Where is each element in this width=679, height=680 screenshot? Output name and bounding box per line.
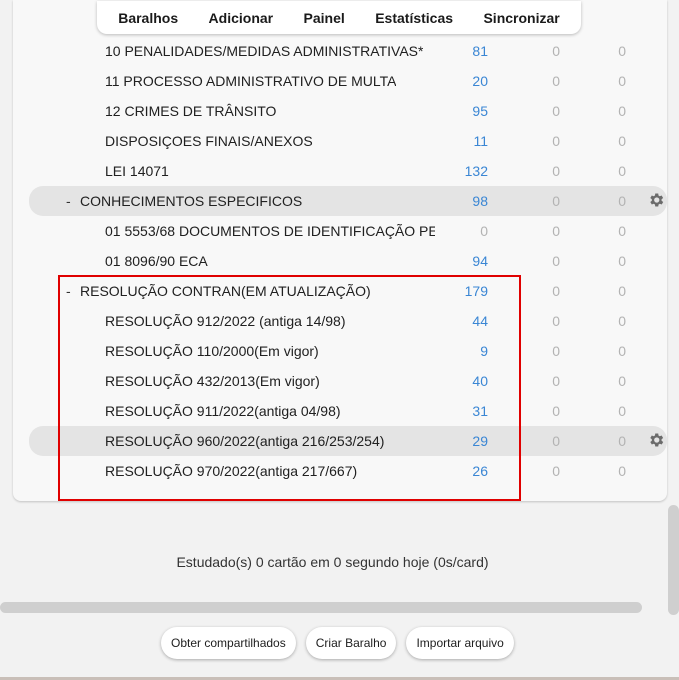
deck-name[interactable]: RESOLUÇÃO 432/2013(Em vigor) — [105, 373, 320, 389]
due-count: 0 — [618, 343, 626, 359]
new-count: 20 — [472, 73, 488, 89]
learn-count: 0 — [552, 43, 560, 59]
deck-name[interactable]: RESOLUÇÃO 911/2022(antiga 04/98) — [105, 403, 341, 419]
new-count: 95 — [472, 103, 488, 119]
due-count: 0 — [618, 283, 626, 299]
deck-name[interactable]: CONHECIMENTOS ESPECIFICOS — [80, 193, 302, 209]
nav-decks[interactable]: Baralhos — [118, 10, 178, 26]
deck-row[interactable]: RESOLUÇÃO 970/2022(antiga 217/667) 26 0 0 — [29, 456, 667, 486]
new-count: 29 — [472, 433, 488, 449]
learn-count: 0 — [552, 73, 560, 89]
due-count: 0 — [618, 223, 626, 239]
due-count: 0 — [618, 433, 626, 449]
learn-count: 0 — [552, 433, 560, 449]
learn-count: 0 — [552, 223, 560, 239]
learn-count: 0 — [552, 283, 560, 299]
learn-count: 0 — [552, 193, 560, 209]
deck-name[interactable]: RESOLUÇÃO 912/2022 (antiga 14/98) — [105, 313, 345, 329]
new-count: 40 — [472, 373, 488, 389]
due-count: 0 — [618, 313, 626, 329]
deck-name[interactable]: 12 CRIMES DE TRÂNSITO — [105, 103, 276, 119]
nav-stats[interactable]: Estatísticas — [375, 10, 453, 26]
new-count: 26 — [472, 463, 488, 479]
deck-row[interactable]: RESOLUÇÃO 911/2022(antiga 04/98) 31 0 0 — [29, 396, 667, 426]
create-deck-button[interactable]: Criar Baralho — [305, 627, 397, 659]
new-count: 132 — [464, 163, 488, 179]
collapse-toggle[interactable]: - — [66, 283, 78, 299]
learn-count: 0 — [552, 133, 560, 149]
new-count: 81 — [472, 43, 488, 59]
studied-today-text: Estudado(s) 0 cartão em 0 segundo hoje (… — [176, 554, 489, 570]
deck-list-panel: 10 PENALIDADES/MEDIDAS ADMINISTRATIVAS* 8… — [13, 0, 667, 501]
due-count: 0 — [618, 103, 626, 119]
deck-row[interactable]: RESOLUÇÃO 960/2022(antiga 216/253/254) 29… — [29, 426, 667, 456]
horizontal-scrollbar[interactable] — [0, 602, 642, 613]
nav-add[interactable]: Adicionar — [209, 10, 274, 26]
collapse-toggle[interactable]: - — [66, 193, 78, 209]
gear-icon[interactable] — [647, 431, 665, 449]
deck-name[interactable]: LEI 14071 — [105, 163, 169, 179]
due-count: 0 — [618, 193, 626, 209]
import-file-button[interactable]: Importar arquivo — [406, 627, 514, 659]
due-count: 0 — [618, 253, 626, 269]
bottom-button-bar: Obter compartilhados Criar Baralho Impor… — [161, 627, 514, 659]
deck-row[interactable]: - RESOLUÇÃO CONTRAN(EM ATUALIZAÇÃO) 179 0 0 — [29, 276, 667, 306]
deck-row[interactable]: 01 8096/90 ECA 94 0 0 — [29, 246, 667, 276]
deck-row[interactable]: 11 PROCESSO ADMINISTRATIVO DE MULTA 20 0 0 — [29, 66, 667, 96]
learn-count: 0 — [552, 253, 560, 269]
deck-name[interactable]: 01 8096/90 ECA — [105, 253, 208, 269]
deck-row[interactable]: - CONHECIMENTOS ESPECIFICOS 98 0 0 — [29, 186, 667, 216]
due-count: 0 — [618, 133, 626, 149]
new-count: 9 — [480, 343, 488, 359]
get-shared-button[interactable]: Obter compartilhados — [161, 627, 296, 659]
new-count: 98 — [472, 193, 488, 209]
new-count: 31 — [472, 403, 488, 419]
due-count: 0 — [618, 373, 626, 389]
gear-icon[interactable] — [647, 191, 665, 209]
new-count: 179 — [464, 283, 488, 299]
nav-sync[interactable]: Sincronizar — [483, 10, 559, 26]
learn-count: 0 — [552, 343, 560, 359]
deck-row[interactable]: RESOLUÇÃO 110/2000(Em vigor) 9 0 0 — [29, 336, 667, 366]
learn-count: 0 — [552, 313, 560, 329]
deck-row[interactable]: RESOLUÇÃO 432/2013(Em vigor) 40 0 0 — [29, 366, 667, 396]
deck-name[interactable]: DISPOSIÇOES FINAIS/ANEXOS — [105, 133, 313, 149]
due-count: 0 — [618, 403, 626, 419]
deck-row[interactable]: 10 PENALIDADES/MEDIDAS ADMINISTRATIVAS* 8… — [29, 36, 667, 66]
deck-name[interactable]: 11 PROCESSO ADMINISTRATIVO DE MULTA — [105, 73, 396, 89]
deck-row[interactable]: DISPOSIÇOES FINAIS/ANEXOS 11 0 0 — [29, 126, 667, 156]
new-count: 0 — [480, 223, 488, 239]
nav-browse[interactable]: Painel — [304, 10, 345, 26]
learn-count: 0 — [552, 463, 560, 479]
learn-count: 0 — [552, 163, 560, 179]
deck-name[interactable]: 10 PENALIDADES/MEDIDAS ADMINISTRATIVAS* — [105, 43, 423, 59]
new-count: 94 — [472, 253, 488, 269]
top-navigation: Baralhos Adicionar Painel Estatísticas S… — [97, 1, 581, 34]
deck-row[interactable]: 01 5553/68 DOCUMENTOS DE IDENTIFICAÇÃO P… — [29, 216, 667, 246]
deck-name[interactable]: RESOLUÇÃO CONTRAN(EM ATUALIZAÇÃO) — [80, 283, 371, 299]
due-count: 0 — [618, 73, 626, 89]
learn-count: 0 — [552, 103, 560, 119]
due-count: 0 — [618, 43, 626, 59]
deck-row[interactable]: RESOLUÇÃO 912/2022 (antiga 14/98) 44 0 0 — [29, 306, 667, 336]
new-count: 44 — [472, 313, 488, 329]
vertical-scrollbar[interactable] — [668, 505, 679, 615]
deck-row[interactable]: LEI 14071 132 0 0 — [29, 156, 667, 186]
deck-name[interactable]: 01 5553/68 DOCUMENTOS DE IDENTIFICAÇÃO P… — [105, 223, 435, 239]
learn-count: 0 — [552, 373, 560, 389]
due-count: 0 — [618, 163, 626, 179]
due-count: 0 — [618, 463, 626, 479]
deck-name[interactable]: RESOLUÇÃO 960/2022(antiga 216/253/254) — [105, 433, 384, 449]
learn-count: 0 — [552, 403, 560, 419]
deck-name[interactable]: RESOLUÇÃO 110/2000(Em vigor) — [105, 343, 319, 359]
deck-row[interactable]: 12 CRIMES DE TRÂNSITO 95 0 0 — [29, 96, 667, 126]
deck-name[interactable]: RESOLUÇÃO 970/2022(antiga 217/667) — [105, 463, 357, 479]
new-count: 11 — [473, 133, 488, 149]
